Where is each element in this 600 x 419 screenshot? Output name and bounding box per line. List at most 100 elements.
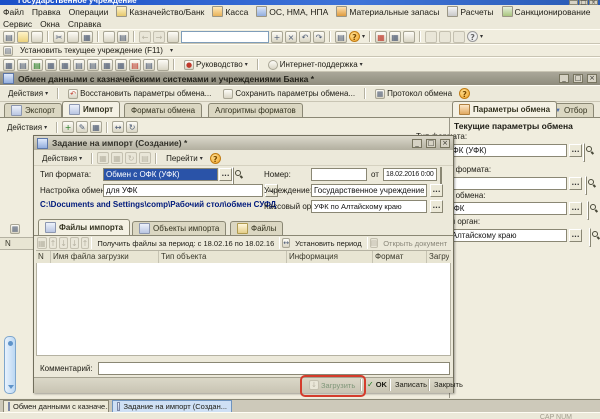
undo-icon[interactable]: ↶ <box>299 31 311 43</box>
about-icon[interactable]: ? <box>467 31 478 42</box>
order-icon[interactable]: ▤ <box>87 59 99 71</box>
left-scrollbar[interactable] <box>4 336 16 394</box>
archive-icon[interactable] <box>157 59 169 71</box>
structure-icon[interactable]: ▤ <box>139 152 151 164</box>
reports-icon[interactable]: ▤ <box>129 59 141 71</box>
tab-import-files[interactable]: Файлы импорта <box>38 219 130 235</box>
tab-files[interactable]: Файлы <box>230 221 283 235</box>
param-exchange-setup-lookup-icon[interactable] <box>587 201 589 220</box>
sort-desc-icon[interactable]: ↑ <box>81 237 90 249</box>
menu-cash[interactable]: Касса <box>211 6 249 17</box>
print-preview-icon[interactable]: ▤ <box>117 31 129 43</box>
exchange-protocol-button[interactable]: ▦Протокол обмена <box>370 87 457 101</box>
column-settings-icon[interactable]: ▦ <box>10 224 20 234</box>
load-button[interactable]: ↓Загрузить <box>306 379 358 391</box>
menu-materials[interactable]: Материальные запасы <box>335 6 440 17</box>
taskbar-tab-import-task[interactable]: Задание на импорт (Создан... <box>112 400 232 413</box>
get-files-for-period-button[interactable]: Получить файлы за период: с 18.02.16 по … <box>94 238 277 249</box>
institution-ellipsis-button[interactable]: ... <box>430 184 443 197</box>
param-format-setup-lookup-icon[interactable] <box>585 176 587 195</box>
import-actions-button[interactable]: Действия▾ <box>2 121 52 134</box>
taskbar-tab-exchange[interactable]: Обмен данными с казначе... <box>3 400 109 413</box>
restore-exchange-params-button[interactable]: ↶Восстановить параметры обмена... <box>63 87 216 101</box>
dialog-maximize-button[interactable]: □ <box>426 139 436 148</box>
dialog-minimize-button[interactable]: _ <box>412 139 422 148</box>
institution-input[interactable] <box>311 184 427 197</box>
open-document-button[interactable]: Открыть документ <box>380 238 450 249</box>
menu-authorization[interactable]: Санкционирование <box>501 6 592 17</box>
write-button[interactable]: Записать <box>392 379 430 390</box>
param-exchange-setup-ellipsis-button[interactable]: ... <box>569 202 582 215</box>
guide-button[interactable]: ●Руководство▾ <box>179 58 253 72</box>
search-icon[interactable] <box>167 31 179 43</box>
menu-edit[interactable]: Правка <box>31 7 62 17</box>
cash-authority-input[interactable] <box>311 200 427 213</box>
restore-child-button[interactable]: □ <box>573 74 583 83</box>
cash-authority-ellipsis-button[interactable]: ... <box>430 200 443 213</box>
new-document-icon[interactable]: ▤ <box>3 31 15 43</box>
exchange-setup-input[interactable] <box>103 184 263 197</box>
table-settings-icon[interactable]: ▦ <box>37 237 47 249</box>
menu-windows[interactable]: Окна <box>39 19 61 29</box>
set-institution-icon[interactable]: ▤ <box>3 46 13 56</box>
payment-order-icon[interactable]: ▤ <box>17 59 29 71</box>
menu-operations[interactable]: Операции <box>68 7 110 17</box>
nav-back-icon[interactable]: ← <box>139 31 151 43</box>
search-input[interactable] <box>181 31 269 43</box>
help-icon[interactable]: ? <box>459 88 470 99</box>
menu-accounting[interactable]: Бухгалтерский учет <box>597 6 598 17</box>
chevron-down-icon[interactable]: ▾ <box>170 47 173 54</box>
edit-row-icon[interactable]: ✎ <box>76 121 88 133</box>
help-icon[interactable]: ? <box>210 153 221 164</box>
paste-icon[interactable]: ▦ <box>81 31 93 43</box>
tab-export[interactable]: Экспорт <box>4 103 62 117</box>
window-cascade-icon[interactable] <box>439 31 451 43</box>
print-icon[interactable] <box>103 31 115 43</box>
comment-input[interactable] <box>98 362 450 375</box>
close-child-button[interactable]: × <box>587 74 597 83</box>
save-icon[interactable] <box>31 31 43 43</box>
set-current-institution-button[interactable]: Установить текущее учреждение (F11) <box>15 44 168 57</box>
dialog-titlebar[interactable]: Задание на импорт (Создание) * _ □ × <box>34 136 453 150</box>
sort-asc-icon[interactable]: ↓ <box>70 237 79 249</box>
nav-forward-icon[interactable]: → <box>153 31 165 43</box>
dialog-actions-button[interactable]: Действия▾ <box>37 152 87 165</box>
menu-help[interactable]: Справка <box>67 19 102 29</box>
menu-service[interactable]: Сервис <box>2 19 33 29</box>
clear-icon[interactable]: × <box>285 31 297 43</box>
param-cash-authority-lookup-icon[interactable] <box>589 228 591 247</box>
copy-icon[interactable]: ▦ <box>97 152 109 164</box>
exchange-treasury-icon[interactable]: ▦ <box>115 59 127 71</box>
report-icon[interactable]: ▦ <box>375 31 387 43</box>
menu-fixed-assets[interactable]: ОС, НМА, НПА <box>255 6 329 17</box>
menu-file[interactable]: Файл <box>2 7 25 17</box>
exchange-icon[interactable] <box>403 31 415 43</box>
param-cash-authority-ellipsis-button[interactable]: ... <box>569 229 582 242</box>
close-button[interactable]: Закрыть <box>431 379 466 390</box>
statement-icon[interactable]: ▤ <box>73 59 85 71</box>
actions-menu-button[interactable]: Действия▾ <box>3 87 53 100</box>
open-icon[interactable] <box>17 31 29 43</box>
tab-exchange-formats[interactable]: Форматы обмена <box>124 103 202 117</box>
refresh-icon[interactable]: ↻ <box>126 121 138 133</box>
reread-icon[interactable]: ↻ <box>125 152 137 164</box>
chevron-down-icon[interactable]: ▾ <box>480 33 483 40</box>
internet-support-button[interactable]: Интернет-поддержка▾ <box>263 58 368 72</box>
cash-request-icon[interactable]: ▤ <box>31 59 43 71</box>
table-icon[interactable]: ▦ <box>389 31 401 43</box>
tab-format-algorithms[interactable]: Алгоритмы форматов <box>208 103 303 117</box>
add-icon[interactable]: + <box>271 31 283 43</box>
menu-calculations[interactable]: Расчеты <box>446 6 494 17</box>
list-icon[interactable]: ▦ <box>111 152 123 164</box>
ok-button[interactable]: ✓OK <box>364 379 390 390</box>
window-icon[interactable] <box>425 31 437 43</box>
files-table-body[interactable] <box>36 263 451 356</box>
param-format-type-lookup-icon[interactable] <box>583 143 585 162</box>
goto-menu-button[interactable]: Перейти▾ <box>161 152 208 165</box>
menu-treasury-bank[interactable]: Казначейство/Банк <box>115 6 205 17</box>
set-period-button[interactable]: Установить период <box>292 238 364 249</box>
exchange-window-titlebar[interactable]: Обмен данными с казначейскими системами … <box>0 72 600 85</box>
import-export-icon[interactable]: ▦ <box>101 59 113 71</box>
format-type-ellipsis-button[interactable]: ... <box>219 168 232 181</box>
chevron-down-icon[interactable]: ▾ <box>362 33 365 40</box>
